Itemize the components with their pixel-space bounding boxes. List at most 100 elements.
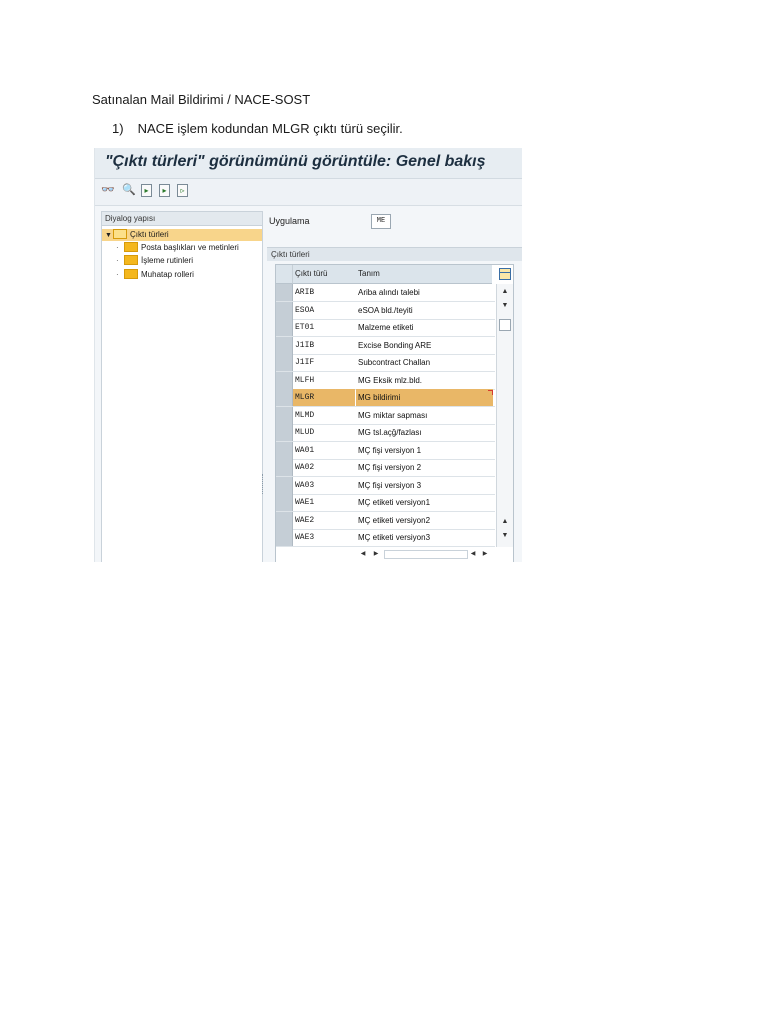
folder-icon (124, 268, 138, 279)
table-settings-icon[interactable] (497, 266, 513, 282)
row-selector[interactable] (276, 371, 293, 389)
tree-item-processing-routines[interactable]: · İşleme rutinleri (116, 254, 194, 267)
scroll-up-icon[interactable]: ▲ (500, 287, 510, 297)
scroll-left-end-icon[interactable]: ◀ (468, 549, 478, 559)
output-type-description: eSOA bld./teyiti (358, 305, 413, 315)
table-row[interactable]: WAE3 MÇ etiketi versiyon3 (276, 529, 495, 547)
scroll-right-end-icon[interactable]: ▶ (480, 549, 490, 559)
doc-export-icon[interactable]: ▸ (141, 184, 152, 197)
output-type-code: J1IF (295, 358, 315, 367)
scroll-left-icon[interactable]: ◀ (358, 549, 368, 559)
table-row[interactable]: MLUD MG tsl.açğ/fazlası (276, 424, 495, 442)
instruction-step: 1) NACE işlem kodundan MLGR çıktı türü s… (112, 121, 403, 136)
output-type-description: Ariba alındı talebi (358, 288, 420, 297)
application-field[interactable]: ME (371, 214, 391, 229)
table-row[interactable]: WA02 MÇ fişi versiyon 2 (276, 459, 495, 477)
table-row[interactable]: J1IF Subcontract Challan (276, 354, 495, 372)
horizontal-scroll-track[interactable] (384, 550, 468, 559)
output-type-description: MÇ fişi versiyon 2 (358, 463, 422, 472)
output-type-description: MÇ etiketi versiyon2 (358, 515, 431, 525)
sap-title-bar: "Çıktı türleri" görünümünü görüntüle: Ge… (95, 148, 522, 179)
row-selector[interactable] (276, 284, 293, 301)
select-all-column-header[interactable] (276, 265, 293, 284)
step-number: 1) (112, 121, 124, 136)
output-type-code: WAE2 (295, 515, 315, 525)
output-type-description: MÇ fişi versiyon 1 (358, 445, 422, 455)
step-text: NACE işlem kodundan MLGR çıktı türü seçi… (137, 121, 403, 136)
scroll-thumb[interactable] (499, 319, 511, 331)
output-type-description: MÇ etiketi versiyon1 (358, 498, 431, 507)
table-row[interactable]: ET01 Malzeme etiketi (276, 319, 495, 337)
tree-item-label: Muhatap rolleri (141, 270, 194, 279)
output-type-code: MLGR (293, 389, 355, 406)
vertical-scrollbar[interactable]: ▲ ▼ ▲ ▼ (496, 284, 513, 547)
output-type-code: WAE3 (295, 533, 315, 542)
glasses-icon[interactable]: 👓 (101, 184, 115, 197)
dialog-structure-pane: Diyalog yapısı ▼ Çıktı türleri · Posta baş… (101, 211, 263, 562)
horizontal-scrollbar[interactable]: ◀ ▶ ◀ ▶ (356, 547, 490, 561)
output-type-code: WA01 (295, 445, 315, 455)
tree-item-partner-roles[interactable]: · Muhatap rolleri (116, 268, 194, 281)
row-selector[interactable] (276, 389, 293, 406)
details-pane: Uygulama ME Çıktı türleri Çıktı türü Tan… (267, 211, 522, 562)
row-selector[interactable] (276, 406, 293, 424)
output-type-description: Subcontract Challan (358, 358, 431, 367)
folder-open-icon (113, 228, 127, 239)
tree-item-label: Posta başlıkları ve metinleri (141, 243, 239, 252)
table-row[interactable]: MLMD MG miktar sapması (276, 406, 495, 425)
output-type-description: Excise Bonding ARE (358, 340, 432, 350)
doc-icon[interactable]: ▹ (177, 184, 188, 197)
output-type-description: MÇ etiketi versiyon3 (358, 533, 431, 542)
output-type-description: MG Eksik mlz.bld. (358, 375, 423, 385)
folder-icon (124, 254, 138, 265)
row-selector[interactable] (276, 354, 293, 371)
row-selector[interactable] (276, 336, 293, 354)
output-type-description: Malzeme etiketi (358, 323, 414, 332)
output-type-code: MLMD (295, 410, 315, 420)
table-row[interactable]: WAE2 MÇ etiketi versiyon2 (276, 511, 495, 530)
output-type-code: WAE1 (295, 498, 315, 507)
row-selector[interactable] (276, 476, 293, 494)
row-selector[interactable] (276, 511, 293, 529)
scroll-page-down-icon[interactable]: ▼ (500, 531, 510, 541)
doc-import-icon[interactable]: ▸ (159, 184, 170, 197)
pane-splitter[interactable] (262, 474, 265, 494)
table-row[interactable]: WA01 MÇ fişi versiyon 1 (276, 441, 495, 460)
sap-screen-title: "Çıktı türleri" görünümünü görüntüle: Ge… (105, 153, 486, 170)
table-row[interactable]: WA03 MÇ fişi versiyon 3 (276, 476, 495, 495)
column-header-output-type[interactable]: Çıktı türü (293, 265, 358, 284)
table-row[interactable]: MLGR MG bildirimi (276, 389, 495, 407)
dialog-structure-header: Diyalog yapısı (102, 212, 262, 226)
find-icon[interactable]: 🔍 (122, 184, 136, 197)
folder-icon (124, 241, 138, 252)
tree-item-label: Çıktı türleri (130, 230, 169, 239)
table-row[interactable]: J1IB Excise Bonding ARE (276, 336, 495, 355)
scroll-page-up-icon[interactable]: ▲ (500, 517, 510, 527)
table-row[interactable]: ARIB Ariba alındı talebi (276, 284, 495, 302)
scroll-right-icon[interactable]: ▶ (371, 549, 381, 559)
tree-item-output-types[interactable]: ▼ Çıktı türleri (102, 228, 262, 242)
output-types-group-title: Çıktı türleri (267, 248, 522, 261)
table-row[interactable]: MLFH MG Eksik mlz.bld. (276, 371, 495, 390)
tree-bullet-icon: · (116, 256, 119, 265)
expand-arrow-icon[interactable]: ▼ (105, 230, 113, 242)
column-header-description[interactable]: Tanım (356, 265, 492, 284)
tree-item-mail-headers[interactable]: · Posta başlıkları ve metinleri (116, 241, 239, 254)
application-label: Uygulama (269, 216, 310, 226)
row-selector[interactable] (276, 441, 293, 459)
tree-item-label: İşleme rutinleri (141, 256, 194, 265)
table-row[interactable]: ESOA eSOA bld./teyiti (276, 301, 495, 320)
output-type-code: MLUD (295, 428, 315, 437)
row-selector[interactable] (276, 494, 293, 511)
scroll-down-icon[interactable]: ▼ (500, 301, 510, 311)
row-selector[interactable] (276, 301, 293, 319)
table-row[interactable]: WAE1 MÇ etiketi versiyon1 (276, 494, 495, 512)
row-selector[interactable] (276, 459, 293, 476)
output-type-code: WA03 (295, 480, 315, 490)
output-type-code: J1IB (295, 340, 315, 350)
tree-bullet-icon: · (116, 243, 119, 252)
row-selector[interactable] (276, 424, 293, 441)
row-selector[interactable] (276, 319, 293, 336)
row-selector[interactable] (276, 529, 293, 546)
output-type-code: MLFH (295, 375, 315, 385)
